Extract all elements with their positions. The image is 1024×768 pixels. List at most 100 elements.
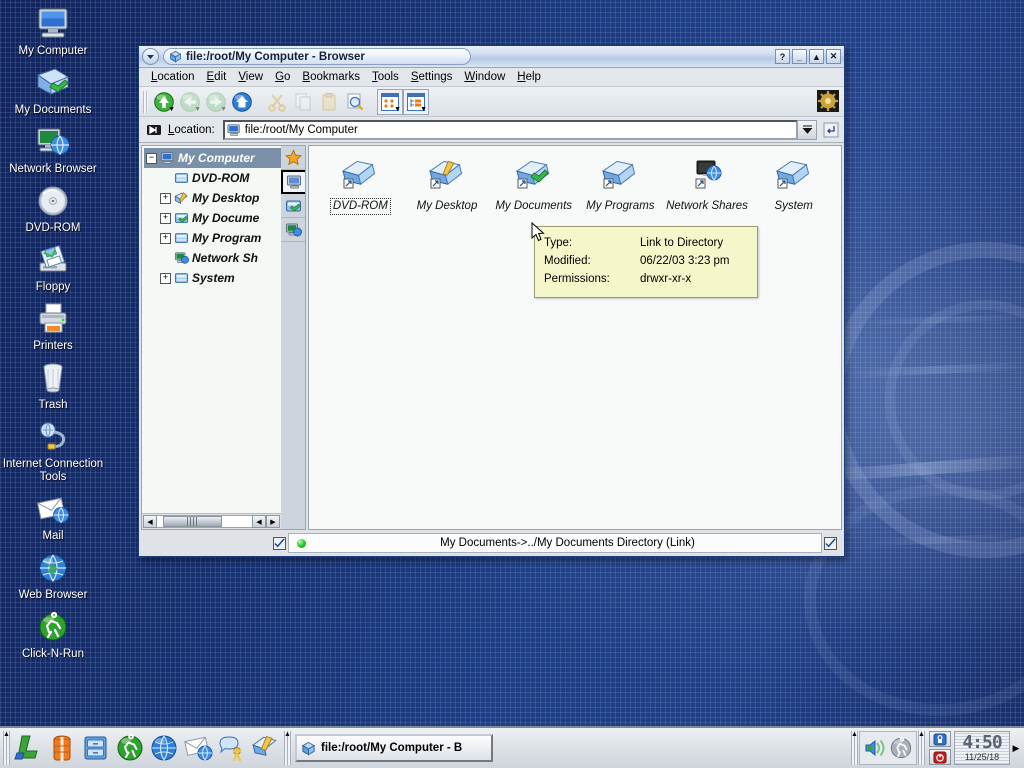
help-button[interactable]: ? <box>775 49 790 64</box>
desktop-icon-click-n-run[interactable]: Click-N-Run <box>0 607 106 661</box>
location-dropdown-button[interactable] <box>797 119 817 140</box>
clock[interactable]: 4:50 11/25/18 <box>954 731 1010 765</box>
up-button[interactable]: ▼ <box>151 89 177 115</box>
menu-help[interactable]: Help <box>511 70 547 84</box>
menu-view[interactable]: View <box>232 70 269 84</box>
back-button[interactable]: ▼ <box>177 89 203 115</box>
sidebar-item-bookmarks[interactable] <box>281 146 305 170</box>
chevron-down-icon[interactable]: ▼ <box>220 106 227 113</box>
tree-item-my-computer[interactable]: − My Computer <box>144 148 281 168</box>
window-titlebar[interactable]: file:/root/My Computer - Browser ? _ ▲ ✕ <box>139 46 844 68</box>
desktop-icon-mail[interactable]: Mail <box>0 489 106 543</box>
scroll-left-button[interactable]: ◀ <box>143 515 157 528</box>
chat-button[interactable] <box>215 730 249 766</box>
tray-expand-button[interactable]: ▶ <box>1010 731 1022 765</box>
menu-tools[interactable]: Tools <box>366 70 405 84</box>
tree-view-button[interactable]: ▼ <box>403 88 429 115</box>
folder-tree[interactable]: − My Computer DVD-ROM + My Desktop + My … <box>142 146 281 513</box>
menu-go[interactable]: Go <box>269 70 296 84</box>
desktop-icon-network-browser[interactable]: Network Browser <box>0 122 106 176</box>
home-button[interactable] <box>229 89 255 115</box>
editor-button[interactable] <box>249 730 283 766</box>
logout-button[interactable] <box>929 749 951 765</box>
menu-location[interactable]: Location <box>145 70 201 84</box>
taskbar[interactable]: ▲ ▲ file:/root/My Computer - B ▲ ▲ 4:50 … <box>0 726 1024 768</box>
close-button[interactable]: ✕ <box>826 49 841 64</box>
icon-view-button[interactable]: ▼ <box>377 88 403 115</box>
lifesaver-button[interactable] <box>45 730 79 766</box>
tree-item-system[interactable]: + System <box>144 268 281 288</box>
desktop-icon-my-computer[interactable]: My Computer <box>0 4 106 58</box>
chevron-down-icon[interactable]: ▼ <box>194 106 201 113</box>
file-item-dvd-rom[interactable]: DVD-ROM <box>317 156 404 215</box>
tree-item-my-desktop[interactable]: + My Desktop <box>144 188 281 208</box>
chevron-down-icon[interactable]: ▼ <box>168 106 175 113</box>
scroll-right-button[interactable]: ▶ <box>266 515 280 528</box>
tree-expander[interactable]: + <box>160 212 171 224</box>
statusbar-right-indicator-icon[interactable] <box>824 536 837 550</box>
desktop-icon-trash[interactable]: Trash <box>0 358 106 412</box>
click-n-run-button[interactable] <box>113 730 147 766</box>
minimize-button[interactable]: _ <box>792 49 807 64</box>
sidebar-item-my-computer[interactable] <box>281 170 305 194</box>
location-input[interactable]: file:/root/My Computer <box>222 119 798 140</box>
desktop[interactable]: My Computer My Documents Network Browser… <box>0 0 1024 768</box>
tray-handle[interactable]: ▲ <box>851 731 858 765</box>
window-menu-button[interactable] <box>142 48 159 65</box>
tree-expander[interactable]: + <box>160 272 171 284</box>
paste-button[interactable] <box>316 89 342 115</box>
lock-screen-button[interactable] <box>929 731 951 747</box>
desktop-icon-web-browser[interactable]: Web Browser <box>0 548 106 602</box>
taskbar-handle[interactable]: ▲ <box>3 731 10 765</box>
desktop-icon-printers[interactable]: Printers <box>0 299 106 353</box>
tree-expander[interactable]: + <box>160 192 171 204</box>
file-item-system[interactable]: System <box>750 156 837 215</box>
file-manager-button[interactable] <box>79 730 113 766</box>
chevron-down-icon[interactable]: ▼ <box>394 106 401 113</box>
mail-button[interactable] <box>181 730 215 766</box>
tree-expander[interactable]: − <box>146 152 157 164</box>
shade-button[interactable]: ▲ <box>809 49 824 64</box>
tree-item-dvd-rom[interactable]: DVD-ROM <box>144 168 281 188</box>
file-icon-view[interactable]: DVD-ROM My Desktop My Documents My Progr… <box>308 145 842 530</box>
tree-expander[interactable]: + <box>160 232 171 244</box>
clock-handle[interactable]: ▲ <box>918 731 925 765</box>
location-go-button[interactable] <box>822 121 840 139</box>
tree-item-network-shares[interactable]: Network Sh <box>144 248 281 268</box>
taskbar-button-browser[interactable]: file:/root/My Computer - B <box>295 734 493 762</box>
web-browser-button[interactable] <box>147 730 181 766</box>
lindows-menu-button[interactable] <box>11 730 45 766</box>
tree-horizontal-scrollbar[interactable]: ◀ ◀ ▶ <box>142 513 281 529</box>
menu-bookmarks[interactable]: Bookmarks <box>296 70 366 84</box>
desktop-icon-floppy[interactable]: Floppy <box>0 240 106 294</box>
scroll-left-button-2[interactable]: ◀ <box>252 515 266 528</box>
scroll-thumb[interactable] <box>162 516 222 527</box>
chevron-down-icon[interactable]: ▼ <box>420 106 427 113</box>
tasklist-handle[interactable]: ▲ <box>284 731 291 765</box>
file-item-network-shares[interactable]: Network Shares <box>664 156 751 215</box>
toolbar-grip[interactable] <box>143 90 148 113</box>
sidebar-item-network[interactable] <box>281 218 305 242</box>
tree-item-my-documents[interactable]: + My Docume <box>144 208 281 228</box>
desktop-icon-internet-connection-tools[interactable]: Internet Connection Tools <box>0 417 106 484</box>
menu-edit[interactable]: Edit <box>201 70 233 84</box>
forward-button[interactable]: ▼ <box>203 89 229 115</box>
menu-window[interactable]: Window <box>458 70 511 84</box>
file-item-my-documents[interactable]: My Documents <box>490 156 577 215</box>
volume-icon[interactable] <box>863 736 889 760</box>
clear-location-icon[interactable] <box>146 122 162 138</box>
desktop-icon-dvd-rom[interactable]: DVD-ROM <box>0 181 106 235</box>
file-item-my-programs[interactable]: My Programs <box>577 156 664 215</box>
browser-window[interactable]: file:/root/My Computer - Browser ? _ ▲ ✕… <box>138 45 845 557</box>
find-button[interactable] <box>342 89 368 115</box>
file-item-my-desktop[interactable]: My Desktop <box>404 156 491 215</box>
runner-icon[interactable] <box>889 736 913 760</box>
sidebar-item-my-documents[interactable] <box>281 194 305 218</box>
tree-item-my-programs[interactable]: + My Program <box>144 228 281 248</box>
copy-button[interactable] <box>290 89 316 115</box>
scroll-track[interactable] <box>157 515 252 528</box>
cut-button[interactable] <box>264 89 290 115</box>
menu-settings[interactable]: Settings <box>405 70 459 84</box>
statusbar-left-indicator-icon[interactable] <box>273 536 286 550</box>
desktop-icon-my-documents[interactable]: My Documents <box>0 63 106 117</box>
